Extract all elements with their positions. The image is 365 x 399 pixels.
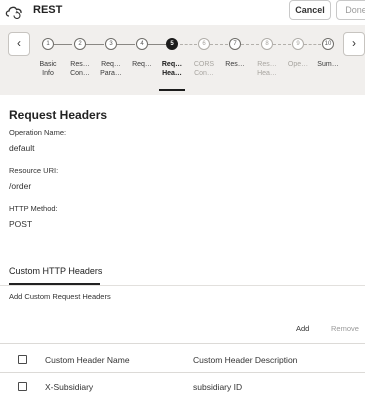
train-connector xyxy=(304,44,321,45)
row-checkbox[interactable] xyxy=(18,382,27,391)
section-title: Request Headers xyxy=(9,108,108,122)
train-step-label-line: Req… xyxy=(132,61,152,68)
train-step-7[interactable]: 7 xyxy=(229,38,241,50)
next-step-button[interactable]: › xyxy=(343,32,365,56)
train-step-label[interactable]: Res… Hea… xyxy=(253,60,281,78)
select-all-checkbox[interactable] xyxy=(18,355,27,364)
train-step-1[interactable]: 1 xyxy=(42,38,54,50)
train-step-9[interactable]: 9 xyxy=(292,38,304,50)
train-step-label[interactable]: Sum… xyxy=(314,60,342,69)
http-method-label: HTTP Method: xyxy=(9,204,58,213)
train-step-label-line: CORS xyxy=(193,61,215,68)
train-step-6[interactable]: 6 xyxy=(198,38,210,50)
train-step-label-line: Res… xyxy=(70,61,90,68)
train-step-5[interactable]: 5 xyxy=(166,38,178,50)
done-button[interactable]: Done xyxy=(336,0,365,20)
train-connector xyxy=(86,44,104,45)
train-connector xyxy=(273,44,291,45)
train-step-2[interactable]: 2 xyxy=(74,38,86,50)
header-bar: REST Cancel Done xyxy=(0,0,365,22)
column-header-name[interactable]: Custom Header Name xyxy=(45,355,130,365)
resource-uri-label: Resource URI: xyxy=(9,166,59,175)
train-step-label[interactable]: Basic Info xyxy=(34,60,62,78)
train-step-label[interactable]: Req… Para… xyxy=(97,60,125,78)
train-step-label-line: Info xyxy=(42,70,54,77)
add-button[interactable]: Add xyxy=(296,324,309,333)
table-header-border xyxy=(0,372,365,373)
train-connector xyxy=(117,44,135,45)
train-step-label-line: Para… xyxy=(100,70,122,77)
train-step-label[interactable]: CORS Con… xyxy=(190,60,218,78)
train-step-label-line: Hea… xyxy=(162,70,182,77)
train-step-label-line: Con… xyxy=(70,70,90,77)
header-description-cell: subsidiary ID xyxy=(193,382,243,392)
cancel-button[interactable]: Cancel xyxy=(289,0,331,20)
tab-divider xyxy=(0,285,365,286)
current-step-indicator xyxy=(159,89,185,91)
train-step-3[interactable]: 3 xyxy=(105,38,117,50)
train-step-label-current[interactable]: Req… Hea… xyxy=(158,60,186,78)
train-connector xyxy=(241,44,259,45)
chevron-left-icon: ‹ xyxy=(17,36,21,50)
train-step-label[interactable]: Res… xyxy=(221,60,249,69)
page-title: REST xyxy=(33,4,63,16)
table-top-border xyxy=(0,343,365,344)
previous-step-button[interactable]: ‹ xyxy=(8,32,30,56)
train-step-label[interactable]: Res… Con… xyxy=(66,60,94,78)
header-name-cell: X-Subsidiary xyxy=(45,382,94,392)
train-step-label[interactable]: Ope… xyxy=(284,60,312,69)
train-step-label-line: Req… xyxy=(101,61,121,68)
train-connector xyxy=(148,44,166,45)
train-step-label-line: Basic xyxy=(39,61,57,68)
http-method-value: POST xyxy=(9,219,33,229)
train-step-4[interactable]: 4 xyxy=(136,38,148,50)
train-connector xyxy=(210,44,228,45)
chevron-right-icon: › xyxy=(352,36,356,50)
train-step-label[interactable]: Req… xyxy=(128,60,156,69)
remove-button[interactable]: Remove xyxy=(331,324,359,333)
train-step-8[interactable]: 8 xyxy=(261,38,273,50)
tab-custom-http-headers[interactable]: Custom HTTP Headers xyxy=(9,266,102,276)
resource-uri-value: /order xyxy=(9,181,32,191)
train-step-label-line: Req… xyxy=(161,61,183,68)
train-step-label-line: Res… xyxy=(225,61,245,68)
train-step-label-line: Ope… xyxy=(287,61,309,68)
train-step-label-line: Res… xyxy=(257,61,277,68)
cloud-sync-icon xyxy=(5,6,22,19)
operation-name-label: Operation Name: xyxy=(9,128,67,137)
train-step-label-line: Hea… xyxy=(257,70,277,77)
column-header-description[interactable]: Custom Header Description xyxy=(193,355,297,365)
train-step-label-line: Sum… xyxy=(317,61,339,68)
add-headers-description: Add Custom Request Headers xyxy=(9,292,111,301)
train-step-10[interactable]: 10 xyxy=(322,38,334,50)
train-connector xyxy=(54,44,72,45)
train-step-label-line: Con… xyxy=(194,70,214,77)
operation-name-value: default xyxy=(9,143,35,153)
train-connector xyxy=(180,44,197,45)
